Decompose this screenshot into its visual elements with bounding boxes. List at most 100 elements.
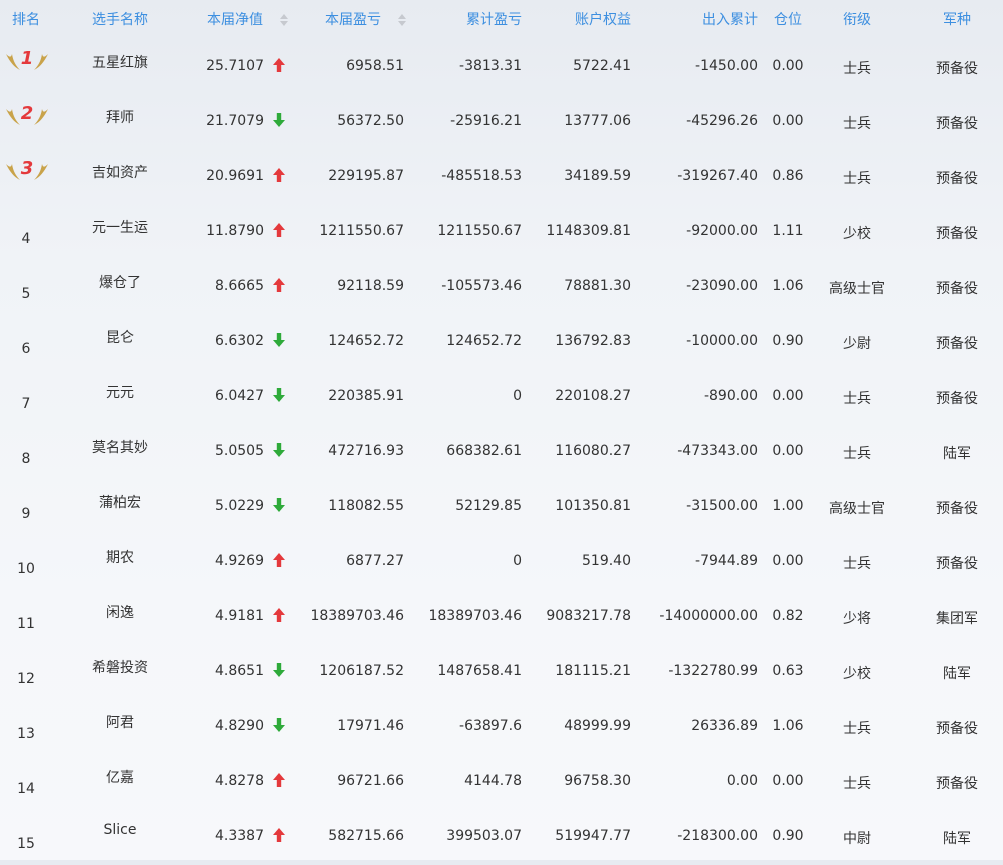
- inout-total: -1322780.99: [668, 663, 758, 679]
- player-name[interactable]: 元一生运: [70, 217, 170, 237]
- rank-grade: 少尉: [843, 336, 871, 352]
- header-pl-label: 本届盈亏: [325, 12, 381, 28]
- inout-total: -7944.89: [695, 553, 758, 569]
- sort-icon[interactable]: [280, 12, 288, 28]
- account-equity: 34189.59: [564, 168, 631, 184]
- inout-total: -473343.00: [677, 443, 758, 459]
- account-equity: 519947.77: [555, 828, 631, 844]
- cumulative-pl: -485518.53: [441, 168, 522, 184]
- cumulative-pl: 124652.72: [446, 333, 522, 349]
- rank-grade: 士兵: [843, 556, 871, 572]
- player-name[interactable]: 昆仑: [70, 327, 170, 347]
- period-pl: 56372.50: [337, 113, 404, 129]
- header-grade[interactable]: 衔级: [815, 10, 899, 30]
- player-name[interactable]: 元元: [70, 382, 170, 402]
- inout-total: -890.00: [703, 388, 758, 404]
- player-name[interactable]: 期农: [70, 547, 170, 567]
- period-pl: 6958.51: [346, 58, 404, 74]
- position-ratio: 0.00: [772, 773, 804, 789]
- header-army[interactable]: 军种: [915, 10, 999, 30]
- table-row[interactable]: 2 拜师 21.7079 56372.50 -25916.21 13777.06 -4529…: [0, 95, 1003, 150]
- player-name[interactable]: 希磐投资: [70, 657, 170, 677]
- table-row[interactable]: 7 元元 6.0427 220385.91 0 220108.27 -890.00 0.00 士…: [0, 370, 1003, 425]
- player-name[interactable]: 莫名其妙: [70, 437, 170, 457]
- inout-total: -45296.26: [686, 113, 758, 129]
- rank-number: 6: [21, 341, 31, 357]
- period-pl: 17971.46: [337, 718, 404, 734]
- arrow-down-icon: [272, 662, 286, 678]
- header-position[interactable]: 仓位: [766, 10, 810, 30]
- player-name[interactable]: 拜师: [70, 107, 170, 127]
- account-equity: 5722.41: [573, 58, 631, 74]
- inout-total: -319267.40: [677, 168, 758, 184]
- table-row[interactable]: 3 吉如资产 20.9691 229195.87 -485518.53 34189.59 -…: [0, 150, 1003, 205]
- army-type: 预备役: [936, 281, 978, 297]
- army-type: 预备役: [936, 721, 978, 737]
- net-value: 5.0505: [215, 443, 264, 459]
- table-row[interactable]: 10 期农 4.9269 6877.27 0 519.40 -7944.89 0.00 士兵 预备…: [0, 535, 1003, 590]
- cumulative-pl: -63897.6: [459, 718, 522, 734]
- header-name[interactable]: 选手名称: [70, 10, 170, 30]
- net-value: 25.7107: [206, 58, 264, 74]
- header-cum-pl[interactable]: 累计盈亏: [440, 10, 522, 30]
- arrow-up-icon: [272, 167, 286, 183]
- account-equity: 220108.27: [555, 388, 631, 404]
- cumulative-pl: 668382.61: [446, 443, 522, 459]
- rank-grade: 少将: [843, 611, 871, 627]
- period-pl: 1206187.52: [319, 663, 404, 679]
- table-row[interactable]: 14 亿嘉 4.8278 96721.66 4144.78 96758.30 0.00 0.0…: [0, 755, 1003, 810]
- table-row[interactable]: 9 蒲柏宏 5.0229 118082.55 52129.85 101350.81 -315…: [0, 480, 1003, 535]
- sort-icon[interactable]: [398, 12, 406, 28]
- net-value: 4.8278: [215, 773, 264, 789]
- position-ratio: 1.06: [772, 278, 804, 294]
- table-row[interactable]: 12 希磐投资 4.8651 1206187.52 1487658.41 181115.2…: [0, 645, 1003, 700]
- player-name[interactable]: Slice: [70, 822, 170, 838]
- player-name[interactable]: 吉如资产: [70, 162, 170, 182]
- rank-grade: 士兵: [843, 776, 871, 792]
- table-row[interactable]: 6 昆仑 6.6302 124652.72 124652.72 136792.83 -100…: [0, 315, 1003, 370]
- army-type: 预备役: [936, 556, 978, 572]
- rank-grade: 高级士官: [829, 501, 885, 517]
- player-name[interactable]: 爆仓了: [70, 272, 170, 292]
- player-name[interactable]: 闲逸: [70, 602, 170, 622]
- table-row[interactable]: 4 元一生运 11.8790 1211550.67 1211550.67 1148309.…: [0, 205, 1003, 260]
- rank-grade: 士兵: [843, 171, 871, 187]
- period-pl: 118082.55: [328, 498, 404, 514]
- header-nav[interactable]: 本届净值: [200, 10, 288, 30]
- account-equity: 48999.99: [564, 718, 631, 734]
- army-type: 陆军: [943, 446, 971, 462]
- table-row[interactable]: 15 Slice 4.3387 582715.66 399503.07 519947.77…: [0, 810, 1003, 865]
- arrow-up-icon: [272, 552, 286, 568]
- rank-number: 2: [20, 103, 34, 124]
- net-value: 6.0427: [215, 388, 264, 404]
- army-type: 预备役: [936, 391, 978, 407]
- player-name[interactable]: 蒲柏宏: [70, 492, 170, 512]
- table-row[interactable]: 8 莫名其妙 5.0505 472716.93 668382.61 116080.27 -4…: [0, 425, 1003, 480]
- inout-total: -31500.00: [686, 498, 758, 514]
- table-row[interactable]: 1 五星红旗 25.7107 6958.51 -3813.31 5722.41 -1450.…: [0, 40, 1003, 95]
- rank-grade: 少校: [843, 226, 871, 242]
- table-row[interactable]: 13 阿君 4.8290 17971.46 -63897.6 48999.99 26336.…: [0, 700, 1003, 755]
- account-equity: 101350.81: [555, 498, 631, 514]
- player-name[interactable]: 亿嘉: [70, 767, 170, 787]
- player-name[interactable]: 五星红旗: [70, 52, 170, 72]
- period-pl: 582715.66: [328, 828, 404, 844]
- header-equity[interactable]: 账户权益: [560, 10, 631, 30]
- period-pl: 92118.59: [337, 278, 404, 294]
- inout-total: -14000000.00: [659, 608, 758, 624]
- cumulative-pl: 1487658.41: [437, 663, 522, 679]
- header-rank[interactable]: 排名: [0, 10, 52, 30]
- army-type: 集团军: [936, 611, 978, 627]
- cumulative-pl: 0: [513, 553, 522, 569]
- net-value: 4.3387: [215, 828, 264, 844]
- net-value: 6.6302: [215, 333, 264, 349]
- table-row[interactable]: 5 爆仓了 8.6665 92118.59 -105573.46 78881.30 -230…: [0, 260, 1003, 315]
- header-pl[interactable]: 本届盈亏: [318, 10, 406, 30]
- rank-number: 13: [17, 726, 35, 742]
- table-row[interactable]: 11 闲逸 4.9181 18389703.46 18389703.46 9083217.…: [0, 590, 1003, 645]
- player-name[interactable]: 阿君: [70, 712, 170, 732]
- rank-number: 14: [17, 781, 35, 797]
- army-type: 预备役: [936, 61, 978, 77]
- cumulative-pl: -3813.31: [459, 58, 522, 74]
- header-inout[interactable]: 出入累计: [680, 10, 758, 30]
